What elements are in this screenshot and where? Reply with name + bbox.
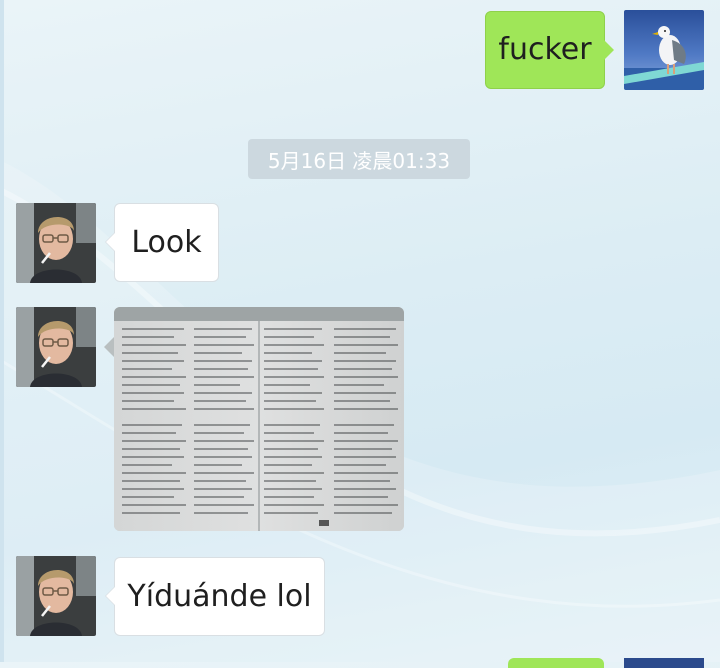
contact-avatar[interactable] bbox=[16, 307, 96, 387]
contact-avatar[interactable] bbox=[16, 556, 96, 636]
seagull-avatar-image bbox=[624, 10, 704, 90]
message-text: fucker bbox=[498, 32, 592, 67]
my-avatar-partial[interactable] bbox=[624, 658, 704, 668]
contact-avatar-image bbox=[16, 203, 96, 283]
outgoing-message-bubble[interactable]: fucker bbox=[485, 11, 614, 89]
incoming-message-bubble[interactable]: Look bbox=[105, 203, 219, 282]
contact-avatar[interactable] bbox=[16, 203, 96, 283]
dictionary-page-photo bbox=[114, 307, 404, 531]
message-text: Yíduánde lol bbox=[127, 578, 312, 614]
contact-avatar-image bbox=[16, 307, 96, 387]
contact-avatar-image bbox=[16, 556, 96, 636]
image-bubble-tail bbox=[104, 337, 114, 357]
image-message[interactable] bbox=[114, 307, 404, 531]
message-timestamp: 5月16日 凌晨01:33 bbox=[248, 139, 470, 179]
outgoing-message-bubble-partial[interactable] bbox=[508, 658, 604, 668]
message-text: Look bbox=[131, 224, 202, 260]
my-avatar[interactable] bbox=[624, 10, 704, 90]
incoming-message-bubble[interactable]: Yíduánde lol bbox=[105, 557, 325, 636]
